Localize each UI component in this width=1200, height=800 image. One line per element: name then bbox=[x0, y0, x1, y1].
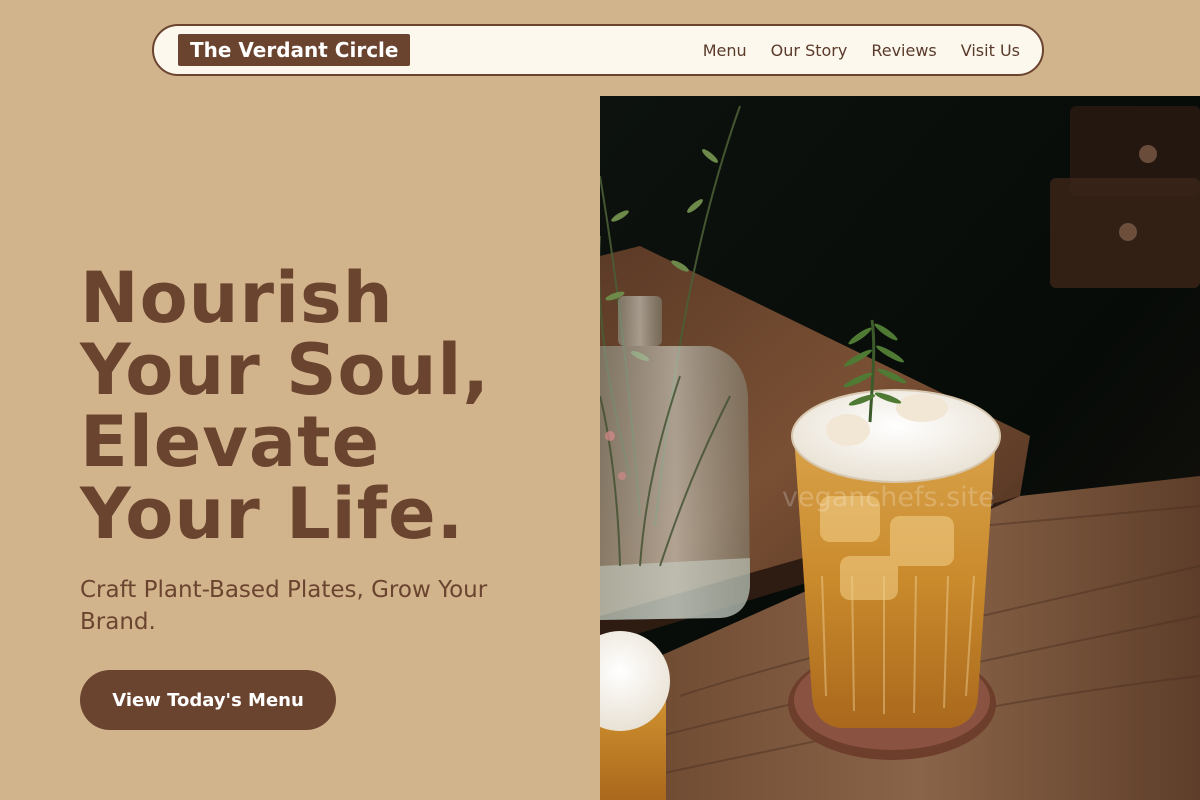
hero-title-line-2: Your Soul, bbox=[80, 329, 491, 411]
brand-logo[interactable]: The Verdant Circle bbox=[178, 34, 411, 66]
page: The Verdant Circle Menu Our Story Review… bbox=[0, 0, 1200, 800]
watermark-text: veganchefs.site bbox=[782, 482, 995, 513]
navbar: The Verdant Circle Menu Our Story Review… bbox=[152, 24, 1044, 76]
hero-title: Nourish Your Soul, Elevate Your Life. bbox=[80, 262, 580, 550]
nav-link-reviews[interactable]: Reviews bbox=[871, 41, 936, 60]
hero-title-line-1: Nourish bbox=[80, 257, 394, 339]
hero-subtitle: Craft Plant-Based Plates, Grow Your Bran… bbox=[80, 577, 488, 635]
nav-link-visit-us[interactable]: Visit Us bbox=[961, 41, 1020, 60]
nav-link-menu[interactable]: Menu bbox=[703, 41, 747, 60]
hero-image: veganchefs.site bbox=[600, 96, 1200, 800]
nav-link-our-story[interactable]: Our Story bbox=[771, 41, 848, 60]
view-menu-button[interactable]: View Today's Menu bbox=[80, 670, 336, 730]
hero-title-line-4: Your Life. bbox=[80, 473, 465, 555]
hero-title-line-3: Elevate bbox=[80, 401, 381, 483]
nav-links: Menu Our Story Reviews Visit Us bbox=[703, 41, 1020, 60]
iced-tea-photo bbox=[600, 96, 1200, 800]
